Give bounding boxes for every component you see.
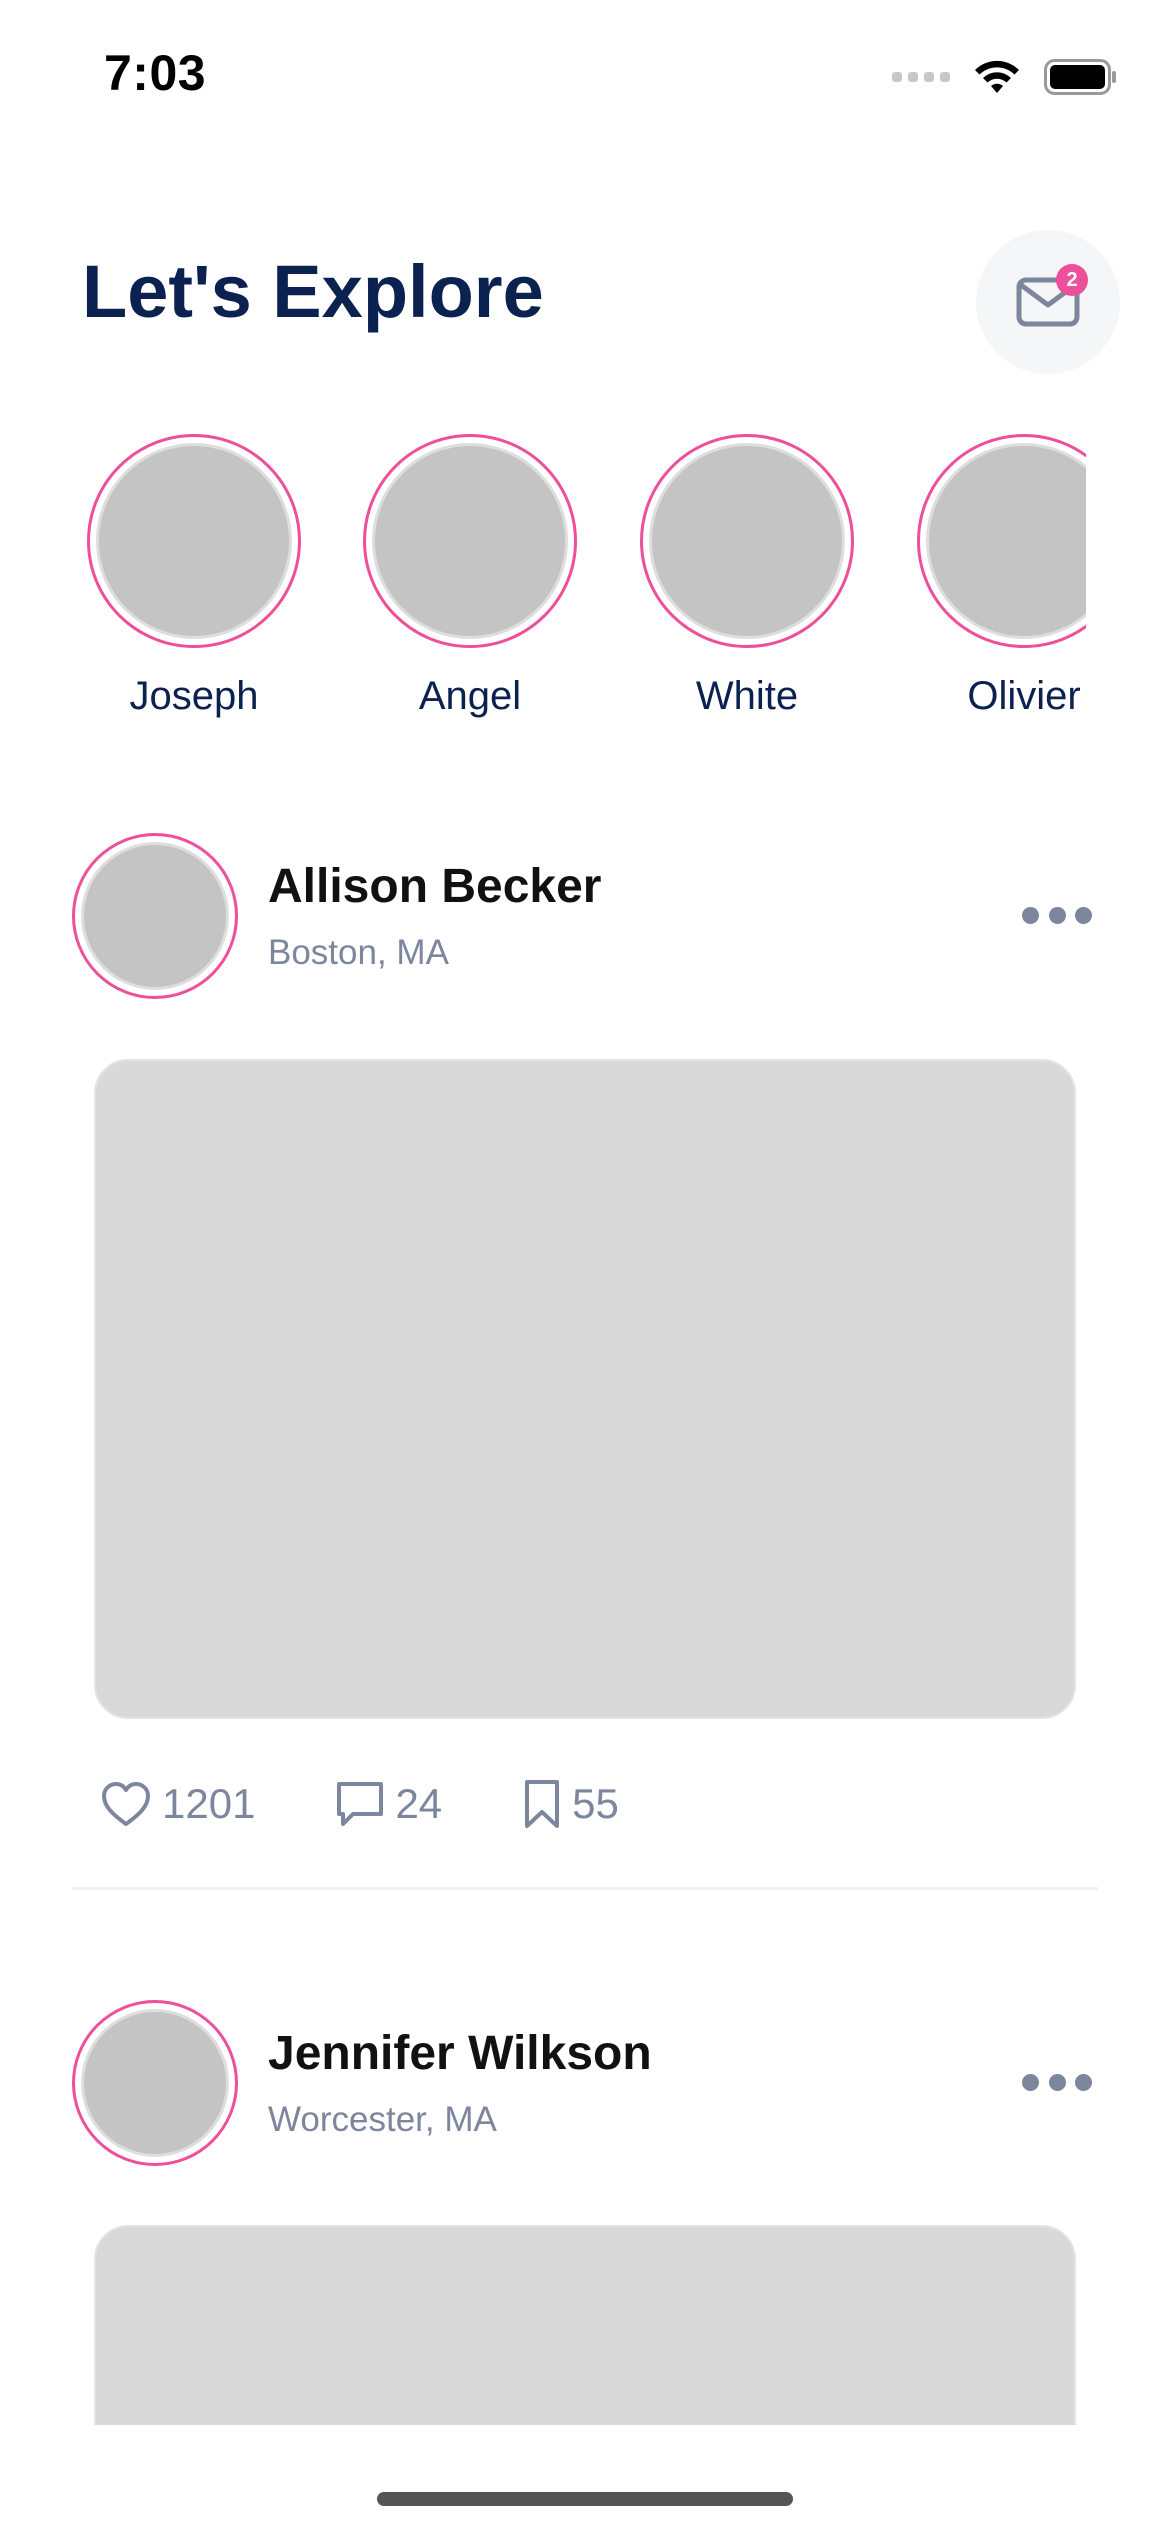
notification-badge: 2 [1056, 264, 1088, 296]
post-location: Boston, MA [268, 933, 449, 972]
comment-count: 24 [395, 1780, 443, 1827]
save-count: 55 [572, 1780, 619, 1827]
story-item[interactable]: Olivier [914, 434, 1086, 719]
story-name: Angel [418, 674, 522, 718]
comment-button[interactable]: 24 [335, 1779, 442, 1829]
post-image[interactable] [94, 1059, 1076, 1719]
post-avatar-ring[interactable] [72, 833, 238, 999]
more-options-icon[interactable] [1022, 895, 1092, 935]
story-ring [87, 434, 301, 648]
post-image[interactable] [94, 2225, 1076, 2425]
story-ring [363, 434, 577, 648]
cellular-signal-icon [892, 72, 950, 82]
stories-row[interactable]: Joseph Angel White Olivier [84, 434, 1086, 754]
page-title: Let's Explore [82, 250, 544, 333]
post-location: Worcester, MA [268, 2100, 497, 2139]
comment-icon [337, 1782, 384, 1826]
story-ring [917, 434, 1086, 648]
story-item[interactable]: White [637, 434, 857, 719]
post-header: Jennifer Wilkson Worcester, MA [72, 2000, 1092, 2170]
wifi-icon [975, 60, 1019, 93]
home-indicator[interactable] [377, 2492, 793, 2506]
post-avatar-ring[interactable] [72, 2000, 238, 2166]
avatar [96, 443, 292, 639]
story-ring [640, 434, 854, 648]
like-button[interactable]: 1201 [100, 1780, 255, 1828]
avatar [926, 443, 1086, 639]
status-bar: 7:03 [0, 0, 1170, 150]
story-name: White [695, 674, 799, 718]
status-icons [892, 52, 1118, 102]
bookmark-icon [525, 1780, 560, 1828]
battery-icon [1044, 59, 1116, 95]
post-actions: 1201 24 55 [100, 1774, 699, 1834]
messages-button[interactable]: 2 [976, 230, 1120, 374]
like-count: 1201 [162, 1780, 256, 1827]
status-time: 7:03 [104, 45, 207, 101]
save-button[interactable]: 55 [522, 1778, 619, 1830]
story-item[interactable]: Joseph [84, 434, 304, 719]
more-options-icon[interactable] [1022, 2062, 1092, 2102]
story-item[interactable]: Angel [360, 434, 580, 719]
story-name: Joseph [129, 674, 259, 718]
post-divider [72, 1887, 1098, 1890]
post-header: Allison Becker Boston, MA [72, 833, 1092, 1003]
avatar [81, 842, 229, 990]
heart-icon [102, 1782, 150, 1826]
avatar [649, 443, 845, 639]
post-author[interactable]: Allison Becker [268, 859, 601, 914]
story-name: Olivier [967, 674, 1081, 718]
avatar [81, 2009, 229, 2157]
post-author[interactable]: Jennifer Wilkson [268, 2026, 652, 2081]
avatar [372, 443, 568, 639]
